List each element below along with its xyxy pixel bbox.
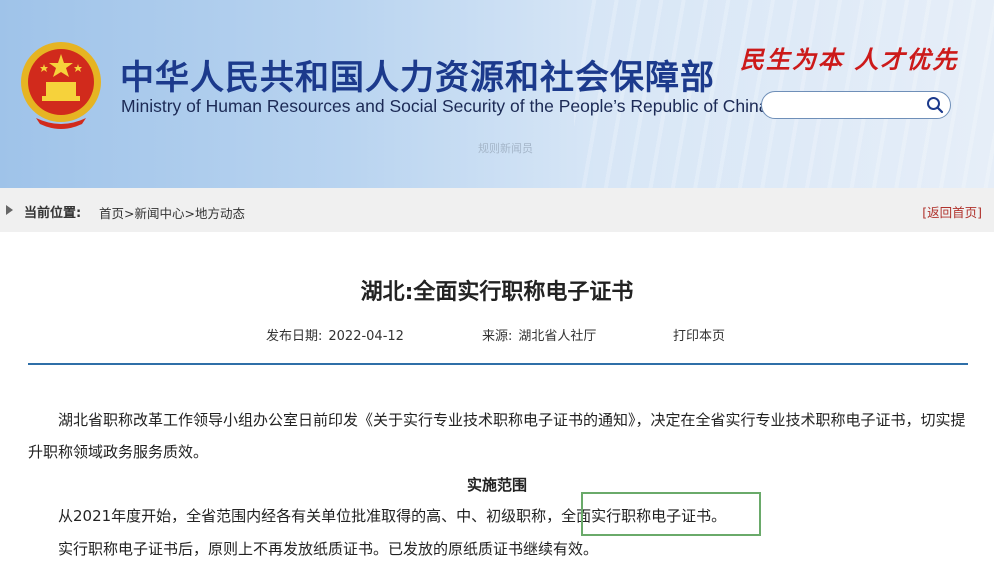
print-page-link[interactable]: 打印本页 <box>673 325 725 344</box>
triangle-right-icon <box>6 205 13 215</box>
breadcrumb-news-link[interactable]: 新闻中心 <box>135 206 185 221</box>
publish-date-value: 2022-04-12 <box>328 329 404 344</box>
site-title-chinese: 中华人民共和国人力资源和社会保障部 <box>120 58 715 98</box>
section-heading: 实施范围 <box>466 476 527 494</box>
breadcrumb-separator: > <box>184 206 195 221</box>
site-slogan: 民生为本 人才优先 <box>740 45 959 74</box>
site-header: 中华人民共和国人力资源和社会保障部 Ministry of Human Reso… <box>0 0 994 188</box>
search-box[interactable] <box>761 91 951 119</box>
breadcrumb-separator: > <box>124 206 135 221</box>
search-input[interactable] <box>772 95 926 117</box>
search-icon[interactable] <box>926 96 944 114</box>
breadcrumb-label: 当前位置: <box>24 206 82 221</box>
source-label: 来源: <box>482 329 513 344</box>
divider <box>28 363 968 365</box>
breadcrumb-path: 首页>新闻中心>地方动态 <box>99 203 245 222</box>
back-home-link[interactable]: [返回首页] <box>922 202 982 221</box>
site-title-english: Ministry of Human Resources and Social S… <box>121 96 769 116</box>
breadcrumb: 当前位置: 首页>新闻中心>地方动态 [返回首页] <box>0 188 994 232</box>
publish-label: 发布日期: <box>266 329 323 344</box>
source-value: 湖北省人社厅 <box>518 329 597 344</box>
breadcrumb-local-link[interactable]: 地方动态 <box>195 206 245 221</box>
publish-date: 发布日期: 2022-04-12 <box>266 325 404 344</box>
article-title: 湖北:全面实行职称电子证书 <box>360 280 634 305</box>
article-paragraph-1: 湖北省职称改革工作领导小组办公室日前印发《关于实行专业技术职称电子证书的通知》，… <box>28 411 966 461</box>
article-paragraph-3: 实行职称电子证书后，原则上不再发放纸质证书。已发放的原纸质证书继续有效。 <box>28 540 599 558</box>
highlight-box <box>581 492 761 536</box>
header-faint-text: 规则新闻员 <box>478 142 533 155</box>
article-source: 来源: 湖北省人社厅 <box>482 325 596 344</box>
breadcrumb-home-link[interactable]: 首页 <box>99 206 124 221</box>
article-paragraph-2: 从2021年度开始，全省范围内经各有关单位批准取得的高、中、初级职称，全面实行职… <box>28 507 727 525</box>
national-emblem-icon <box>21 42 101 129</box>
